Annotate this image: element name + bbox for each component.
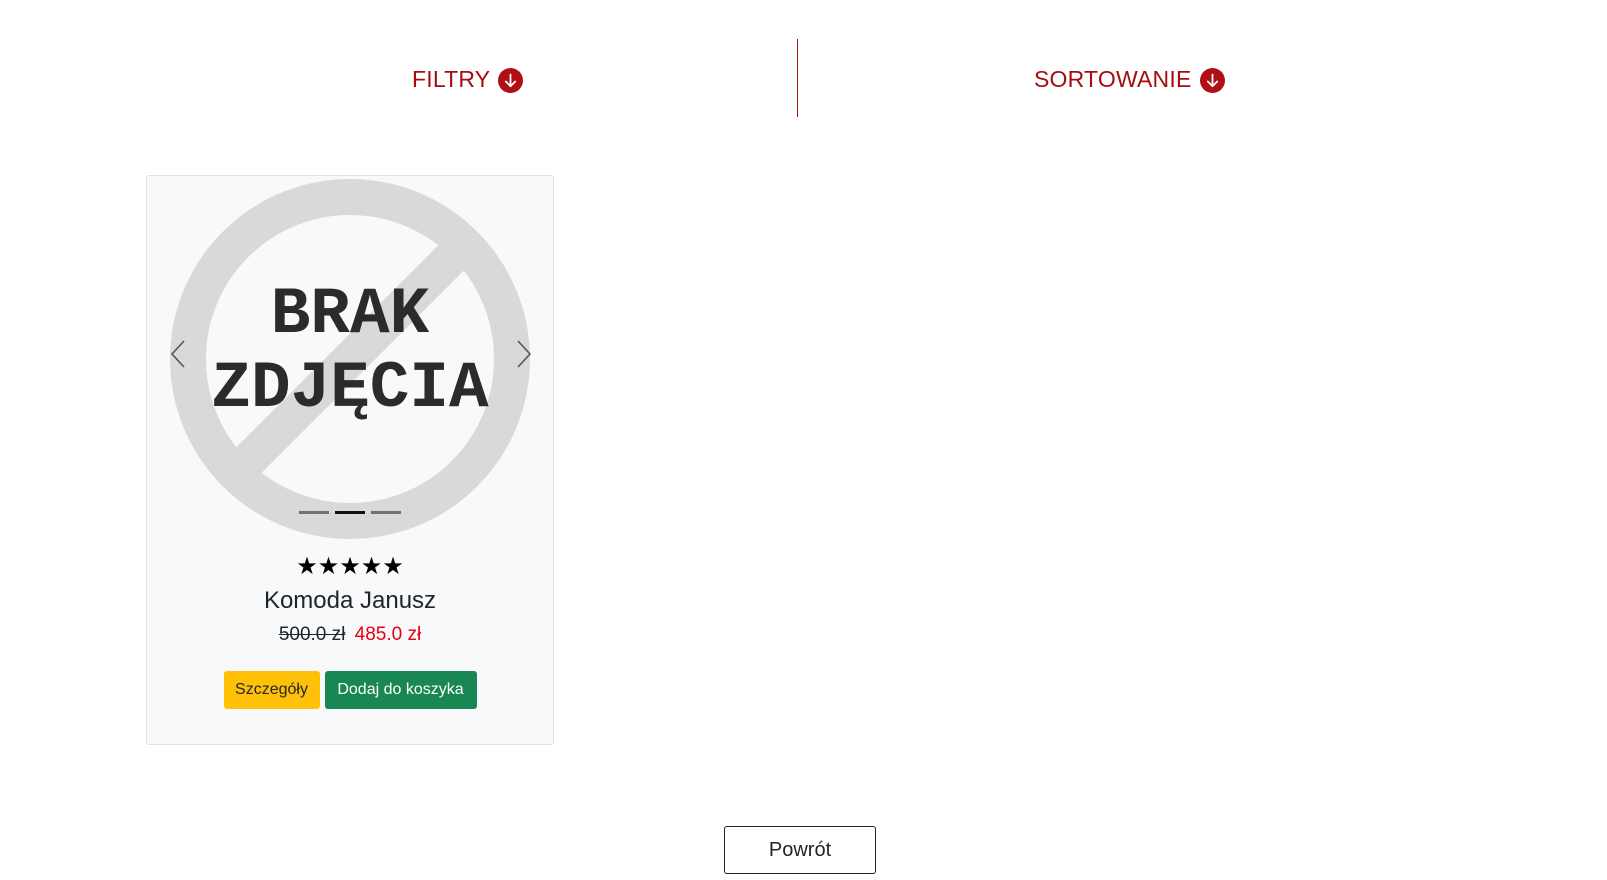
- carousel-prev-button[interactable]: [163, 336, 193, 376]
- product-image-carousel: BRAK ZDJĘCIA: [147, 176, 553, 541]
- page: FILTRY SORTOWANIE BRAK ZDJĘCIA ★★★★★ Kom…: [0, 0, 1607, 880]
- product-name: Komoda Janusz: [263, 587, 437, 614]
- no-image-text-line1: BRAK: [271, 277, 430, 352]
- carousel-indicator-2[interactable]: [335, 511, 365, 514]
- back-button[interactable]: Powrót: [724, 826, 876, 874]
- details-button[interactable]: Szczegóły: [223, 671, 320, 709]
- carousel-indicator-1[interactable]: [299, 511, 329, 514]
- arrow-down-circle-icon: [1199, 68, 1225, 93]
- chevron-right-icon: [516, 339, 532, 374]
- no-image-placeholder: BRAK ZDJĘCIA: [170, 179, 530, 539]
- product-actions: Szczegóły Dodaj do koszyka: [147, 671, 553, 709]
- old-price: 500.0 zł: [278, 624, 346, 645]
- arrow-down-circle-icon: [498, 68, 524, 93]
- carousel-indicator-3[interactable]: [371, 511, 401, 514]
- filters-toggle[interactable]: FILTRY: [412, 62, 524, 96]
- no-image-text-line2: ZDJĘCIA: [211, 351, 489, 426]
- toolbar-divider: [797, 39, 798, 117]
- price-row: 500.0 zł 485.0 zł: [147, 622, 553, 648]
- add-to-cart-button[interactable]: Dodaj do koszyka: [324, 671, 477, 709]
- sale-price: 485.0 zł: [354, 624, 422, 645]
- product-card: BRAK ZDJĘCIA ★★★★★ Komoda Janusz 500.0 z…: [146, 175, 554, 745]
- sorting-label: SORTOWANIE: [1034, 65, 1192, 92]
- rating-stars: ★★★★★: [296, 552, 404, 580]
- chevron-left-icon: [170, 339, 186, 374]
- carousel-indicators: [147, 511, 553, 514]
- sorting-toggle[interactable]: SORTOWANIE: [1034, 62, 1225, 96]
- carousel-next-button[interactable]: [509, 336, 539, 376]
- filters-label: FILTRY: [412, 65, 491, 92]
